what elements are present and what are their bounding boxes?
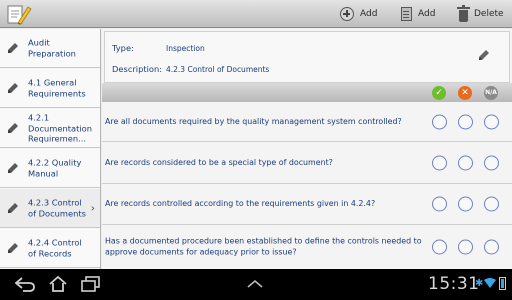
answer-no-radio[interactable] (458, 239, 473, 255)
sidebar-item-control-of-records[interactable]: 4.2.4 Control of Records (0, 229, 100, 268)
bluetooth-icon: ✱ (475, 278, 484, 289)
cross-icon: ✕ (458, 86, 472, 100)
answer-no-radio[interactable] (458, 196, 473, 212)
answer-na-radio[interactable] (484, 239, 499, 255)
app-logo-icon[interactable] (6, 3, 32, 25)
question-row: Are records considered to be a special t… (102, 142, 512, 184)
answer-yes-radio[interactable] (432, 155, 447, 170)
delete-label: Delete (474, 9, 504, 19)
status-time: 15:31 (428, 274, 480, 294)
question-row: Are records controlled according to the … (102, 184, 512, 225)
question-row: Has a documented procedure been establis… (102, 225, 512, 269)
answer-yes-radio[interactable] (432, 239, 447, 255)
sidebar-item-label: 4.2.4 Control of Records (28, 237, 82, 259)
sidebar-item-control-of-documents[interactable]: 4.2.3 Control of Documents › (0, 189, 100, 228)
question-text: Has a documented procedure been establis… (105, 236, 422, 257)
add-document-button[interactable]: Add (401, 0, 435, 28)
document-icon (401, 7, 412, 21)
wifi-icon (484, 278, 496, 288)
answer-na-radio[interactable] (484, 196, 499, 212)
add-checkpoint-button[interactable]: Add (340, 0, 377, 28)
sidebar-item-quality-manual[interactable]: 4.2.2 Quality Manual (0, 149, 100, 188)
sidebar-item-general-requirements[interactable]: 4.1 General Requirements (0, 69, 100, 108)
main-panel: Type: Inspection Description: 4.2.3 Cont… (102, 29, 512, 269)
sidebar-item-audit-preparation[interactable]: Audit Preparation (0, 29, 100, 68)
description-label: Description: (112, 64, 163, 74)
action-bar: Add Add Delete (0, 0, 512, 28)
pencil-icon (8, 243, 18, 253)
answer-header-bar: ✓ ✕ N/A (102, 83, 512, 102)
type-value: Inspection (166, 44, 205, 53)
chevron-up-icon[interactable] (246, 279, 264, 289)
pencil-icon (8, 163, 18, 173)
sidebar-item-documentation-requirements[interactable]: 4.2.1 Documentation Requiremen... (0, 109, 100, 148)
battery-icon (499, 277, 506, 290)
check-icon: ✓ (432, 86, 446, 100)
sidebar: Audit Preparation 4.1 General Requiremen… (0, 29, 101, 269)
sidebar-item-label: Audit Preparation (28, 37, 76, 59)
pencil-icon (8, 123, 18, 133)
delete-button[interactable]: Delete (457, 0, 504, 28)
sidebar-item-label: 4.2.1 Documentation Requiremen... (28, 112, 92, 144)
answer-no-radio[interactable] (458, 155, 473, 170)
question-text: Are all documents required by the qualit… (105, 116, 402, 126)
sidebar-item-label: 4.1 General Requirements (28, 77, 86, 99)
question-text: Are records considered to be a special t… (105, 157, 333, 167)
answer-na-radio[interactable] (484, 155, 499, 170)
pencil-icon (8, 43, 18, 53)
description-value: 4.2.3 Control of Documents (166, 65, 270, 74)
sidebar-item-label: 4.2.3 Control of Documents (28, 197, 86, 219)
pencil-icon (8, 203, 18, 213)
info-panel: Type: Inspection Description: 4.2.3 Cont… (104, 31, 510, 83)
chevron-right-icon: › (90, 201, 95, 215)
sidebar-item-label: 4.2.2 Quality Manual (28, 157, 82, 179)
question-row: Are all documents required by the qualit… (102, 102, 512, 142)
trash-icon (457, 4, 470, 22)
home-icon[interactable] (47, 276, 69, 292)
edit-pencil-icon[interactable] (477, 48, 491, 62)
add-circle-icon (340, 7, 354, 21)
answer-yes-radio[interactable] (432, 114, 447, 129)
recent-apps-icon[interactable] (80, 276, 102, 292)
question-text: Are records controlled according to the … (105, 198, 376, 208)
answer-yes-radio[interactable] (432, 196, 447, 212)
system-bar: 15:31 ✱ (0, 269, 512, 300)
add-checkpoint-label: Add (360, 9, 378, 19)
add-document-label: Add (418, 9, 436, 19)
answer-na-radio[interactable] (484, 114, 499, 129)
back-icon[interactable] (14, 276, 36, 292)
answer-no-radio[interactable] (458, 114, 473, 129)
type-label: Type: (112, 43, 134, 53)
pencil-icon (8, 83, 18, 93)
na-icon: N/A (484, 86, 498, 100)
